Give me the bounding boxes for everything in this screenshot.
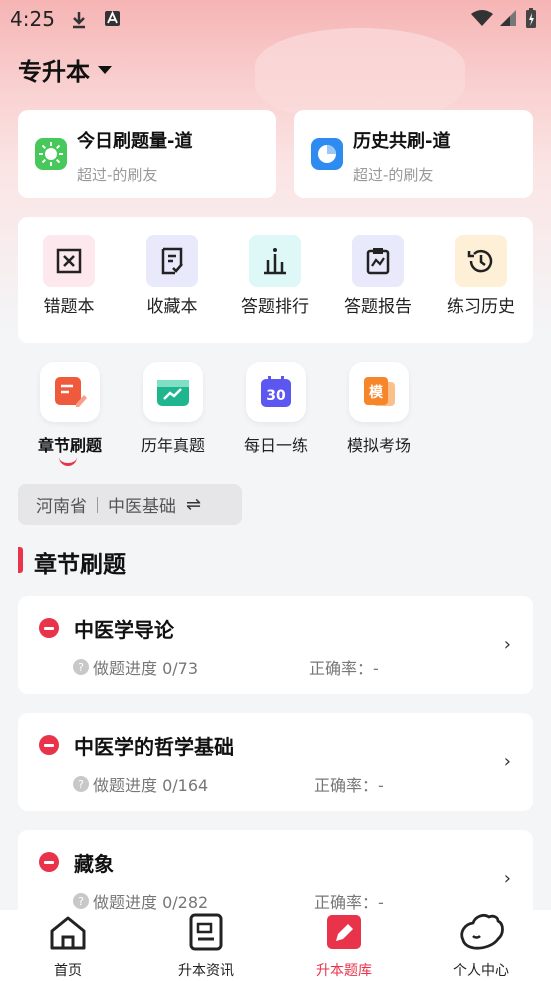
tab-mock-exam[interactable]: 模 模拟考场 xyxy=(329,362,429,456)
tab-label: 模拟考场 xyxy=(346,436,411,455)
swap-icon: ⇌ xyxy=(186,494,202,515)
collapse-icon[interactable] xyxy=(39,852,59,872)
region-subject-filter[interactable]: 河南省 中医基础 ⇌ xyxy=(18,484,242,525)
chapter-card[interactable]: 中医学的哲学基础 ? 做题进度 0/164 正确率：- › xyxy=(18,713,533,811)
chevron-right-icon: › xyxy=(503,868,511,889)
home-icon xyxy=(18,910,118,956)
exam-type-selector[interactable]: 专升本 xyxy=(18,52,112,87)
chapter-title: 中医学导论 xyxy=(74,618,174,642)
pie-chart-icon xyxy=(311,138,343,170)
decorative-shape xyxy=(255,28,465,123)
mock-exam-icon: 模 xyxy=(349,362,409,422)
tab-label: 历年真题 xyxy=(140,436,205,455)
today-count-title: 今日刷题量-道 xyxy=(77,131,193,152)
wifi-icon xyxy=(471,10,493,26)
nav-label: 升本题库 xyxy=(316,963,372,979)
wrong-book-icon xyxy=(43,235,95,287)
subject-label: 中医基础 xyxy=(108,497,176,517)
profile-icon xyxy=(431,910,531,956)
section-title: 章节刷题 xyxy=(34,552,126,578)
daily-icon: 30 xyxy=(246,362,306,422)
tools-card: 错题本 收藏本 答题排行 答题报告 练习历史 xyxy=(18,217,533,343)
chapter-accuracy: 正确率：- xyxy=(309,659,379,678)
tab-chapter[interactable]: 章节刷题 xyxy=(20,362,120,456)
tool-label: 错题本 xyxy=(43,297,95,317)
today-rank-text: 超过-的刷友 xyxy=(77,166,158,184)
question-bank-icon xyxy=(294,910,394,956)
progress-text: 做题进度 0/164 xyxy=(93,776,209,795)
tool-label: 答题排行 xyxy=(241,297,309,317)
chapter-progress: ? 做题进度 0/73 xyxy=(73,655,198,679)
nav-question-bank[interactable]: 升本题库 xyxy=(294,910,394,980)
dropdown-caret-icon xyxy=(98,65,112,74)
status-bar: 4:25 xyxy=(0,0,551,38)
tool-ranking[interactable]: 答题排行 xyxy=(225,235,325,317)
tool-favorites[interactable]: 收藏本 xyxy=(122,235,222,317)
history-stats-card[interactable]: 历史共刷-道 超过-的刷友 xyxy=(294,110,533,198)
nav-label: 首页 xyxy=(54,963,82,979)
tool-report[interactable]: 答题报告 xyxy=(328,235,428,317)
collapse-icon[interactable] xyxy=(39,735,59,755)
nav-label: 升本资讯 xyxy=(178,963,234,979)
active-tab-indicator xyxy=(59,454,77,466)
nav-news[interactable]: 升本资讯 xyxy=(156,910,256,980)
bottom-nav: 首页 升本资讯 升本题库 个人中心 xyxy=(0,910,551,981)
province-label: 河南省 xyxy=(36,497,87,517)
status-time: 4:25 xyxy=(10,7,55,31)
chapter-progress: ? 做题进度 0/164 xyxy=(73,772,208,796)
tab-daily[interactable]: 30 每日一练 xyxy=(226,362,326,456)
nav-home[interactable]: 首页 xyxy=(18,910,118,980)
daily-badge: 30 xyxy=(266,388,286,404)
progress-text: 做题进度 0/73 xyxy=(93,659,199,678)
nav-profile[interactable]: 个人中心 xyxy=(431,910,531,980)
tab-label: 每日一练 xyxy=(243,436,308,455)
today-stats-card[interactable]: 今日刷题量-道 超过-的刷友 xyxy=(18,110,276,198)
tab-label: 章节刷题 xyxy=(37,436,102,455)
notification-a-icon xyxy=(105,10,120,26)
help-icon[interactable]: ? xyxy=(73,659,89,675)
tool-wrong-book[interactable]: 错题本 xyxy=(19,235,119,317)
help-icon[interactable]: ? xyxy=(73,893,89,909)
chevron-right-icon: › xyxy=(503,751,511,772)
chapter-accuracy: 正确率：- xyxy=(314,776,384,795)
section-accent-bar xyxy=(18,547,23,573)
favorites-icon xyxy=(146,235,198,287)
history-rank-text: 超过-的刷友 xyxy=(353,166,434,184)
tab-past-papers[interactable]: 历年真题 xyxy=(123,362,223,456)
download-icon xyxy=(73,12,85,29)
tool-history[interactable]: 练习历史 xyxy=(431,235,531,317)
history-count-title: 历史共刷-道 xyxy=(353,131,451,152)
page-title: 专升本 xyxy=(18,58,90,86)
report-icon xyxy=(352,235,404,287)
chevron-right-icon: › xyxy=(503,634,511,655)
news-icon xyxy=(156,910,256,956)
chapter-icon xyxy=(40,362,100,422)
past-papers-icon xyxy=(143,362,203,422)
sun-icon xyxy=(35,138,67,170)
chapter-card[interactable]: 中医学导论 ? 做题进度 0/73 正确率：- › xyxy=(18,596,533,694)
collapse-icon[interactable] xyxy=(39,618,59,638)
tool-label: 答题报告 xyxy=(344,297,412,317)
signal-icon xyxy=(500,10,516,26)
battery-icon xyxy=(526,8,536,28)
filter-divider xyxy=(97,496,98,513)
history-icon xyxy=(455,235,507,287)
tool-label: 收藏本 xyxy=(146,297,198,317)
nav-label: 个人中心 xyxy=(453,963,509,979)
chapter-title: 藏象 xyxy=(74,852,114,876)
help-icon[interactable]: ? xyxy=(73,776,89,792)
ranking-icon xyxy=(249,235,301,287)
mock-badge: 模 xyxy=(369,384,384,401)
tool-label: 练习历史 xyxy=(447,297,515,317)
chapter-title: 中医学的哲学基础 xyxy=(74,735,234,759)
